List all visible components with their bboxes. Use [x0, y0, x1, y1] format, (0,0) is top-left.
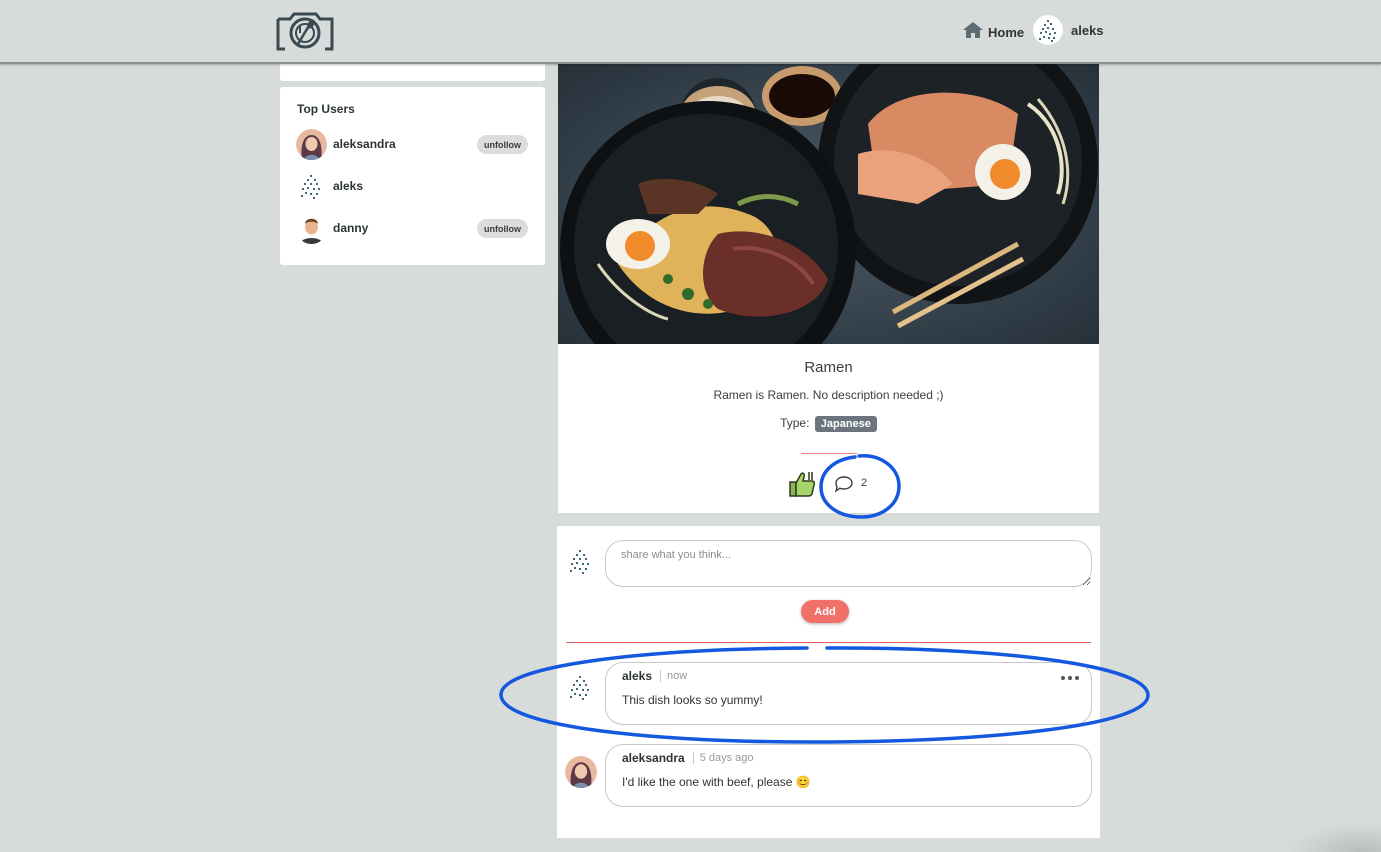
- dish-title: Ramen: [804, 359, 853, 376]
- dish-card: Ramen Ramen is Ramen. No description nee…: [558, 64, 1099, 513]
- navbar: Home aleks: [0, 0, 1381, 64]
- comment-author[interactable]: aleks: [622, 669, 652, 683]
- nav-home-label: Home: [988, 25, 1025, 40]
- top-user-name[interactable]: aleks: [333, 179, 363, 193]
- scatter-avatar[interactable]: [296, 170, 327, 202]
- user-avatar: [1033, 15, 1063, 45]
- comment-text: This dish looks so yummy!: [622, 693, 763, 707]
- comment-meta: aleks now: [622, 669, 687, 683]
- comment-text: I'd like the one with beef, please 😊: [622, 775, 811, 789]
- scatter-avatar[interactable]: [565, 672, 595, 702]
- comments-card: Add aleks now This dish looks so yummy!: [557, 526, 1100, 838]
- comment-time: 5 days ago: [699, 752, 754, 764]
- comment-separator: [660, 670, 662, 682]
- nav-home-link[interactable]: Home: [962, 21, 1024, 44]
- top-users-title: Top Users: [297, 102, 355, 116]
- scatter-avatar: [565, 546, 595, 576]
- unfollow-button[interactable]: unfollow: [477, 219, 528, 238]
- man-avatar[interactable]: [296, 212, 327, 244]
- comment-author[interactable]: aleksandra: [622, 751, 685, 765]
- comment-input[interactable]: [605, 540, 1092, 587]
- top-user-row-aleksandra: aleksandra unfollow: [296, 128, 528, 160]
- comment-item: aleksandra 5 days ago I'd like the one w…: [605, 744, 1092, 807]
- dish-description: Ramen is Ramen. No description needed ;): [713, 388, 944, 402]
- speech-bubble-icon[interactable]: [834, 475, 854, 493]
- add-comment-button[interactable]: Add: [801, 600, 849, 623]
- more-options-icon[interactable]: [1061, 676, 1079, 682]
- corner-shadow: [1285, 822, 1381, 852]
- unfollow-button[interactable]: unfollow: [477, 135, 528, 154]
- comments-divider: [566, 642, 1091, 643]
- top-user-name[interactable]: aleksandra: [333, 137, 396, 151]
- top-users-card: Top Users aleksandra unfollow aleks dann…: [280, 87, 545, 265]
- nav-user-profile[interactable]: aleks: [1033, 15, 1104, 45]
- dish-divider: [801, 453, 857, 454]
- comment-time: now: [667, 670, 688, 682]
- dish-type-badge[interactable]: Japanese: [814, 416, 877, 432]
- woman-avatar[interactable]: [565, 756, 597, 788]
- dish-type: Type: Japanese: [558, 416, 1099, 432]
- comment-separator: [692, 752, 694, 764]
- dish-type-label: Type:: [780, 416, 810, 430]
- camera-food-logo-icon[interactable]: [276, 11, 334, 53]
- top-user-name[interactable]: danny: [333, 221, 368, 235]
- home-icon: [962, 21, 984, 44]
- dish-photo: [558, 64, 1099, 344]
- top-user-row-aleks: aleks: [296, 170, 528, 202]
- comment-count: 2: [861, 477, 868, 489]
- thumbs-up-icon[interactable]: [787, 470, 817, 498]
- comment-item: aleks now This dish looks so yummy!: [605, 662, 1092, 725]
- woman-avatar[interactable]: [296, 128, 327, 160]
- top-user-row-danny: danny unfollow: [296, 212, 528, 244]
- comment-meta: aleksandra 5 days ago: [622, 751, 754, 765]
- nav-user-label: aleks: [1071, 22, 1104, 38]
